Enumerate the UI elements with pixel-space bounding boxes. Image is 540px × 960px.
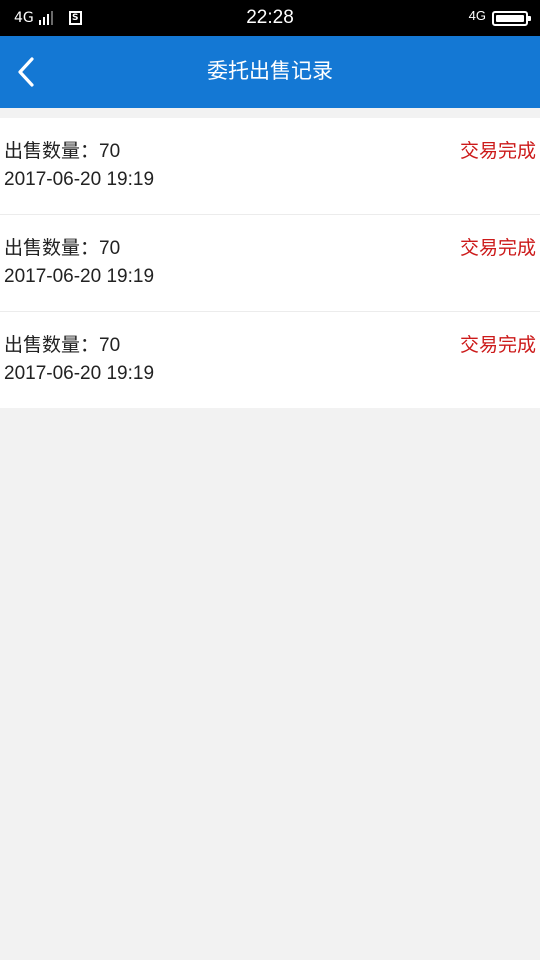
- page-title: 委托出售记录: [207, 59, 333, 83]
- record-date: 2017-06-20 19:19: [4, 266, 155, 287]
- status-right: 4G: [468, 0, 531, 36]
- sell-quantity: 出售数量：70: [4, 136, 120, 163]
- sell-quantity-label: 出售数量：: [4, 237, 100, 259]
- list-item[interactable]: 出售数量：70 2017-06-20 19:19 交易完成: [0, 312, 540, 408]
- battery-level: [496, 14, 524, 22]
- record-list: 出售数量：70 2017-06-20 19:19 交易完成 出售数量：70 20…: [0, 118, 540, 408]
- record-date: 2017-06-20 19:19: [4, 169, 155, 190]
- sell-quantity-label: 出售数量：: [4, 334, 100, 356]
- list-item[interactable]: 出售数量：70 2017-06-20 19:19 交易完成: [0, 215, 540, 312]
- app-header: 委托出售记录: [0, 36, 540, 108]
- sell-quantity-value: 70: [99, 238, 121, 259]
- sell-quantity-value: 70: [99, 335, 121, 356]
- sell-quantity-value: 70: [99, 141, 121, 162]
- network-type-label-right: 4G: [468, 7, 486, 23]
- status-bar: 4G S 22:28 4G: [0, 0, 540, 36]
- sell-quantity: 出售数量：70: [4, 233, 120, 260]
- status-badge: 交易完成: [459, 237, 536, 259]
- record-date: 2017-06-20 19:19: [4, 363, 155, 384]
- clock: 22:28: [246, 7, 294, 28]
- sell-quantity-label: 出售数量：: [4, 140, 100, 162]
- battery-icon: [492, 10, 531, 26]
- status-badge: 交易完成: [459, 334, 536, 356]
- list-item[interactable]: 出售数量：70 2017-06-20 19:19 交易完成: [0, 118, 540, 215]
- status-badge: 交易完成: [459, 140, 536, 162]
- sell-quantity: 出售数量：70: [4, 330, 120, 357]
